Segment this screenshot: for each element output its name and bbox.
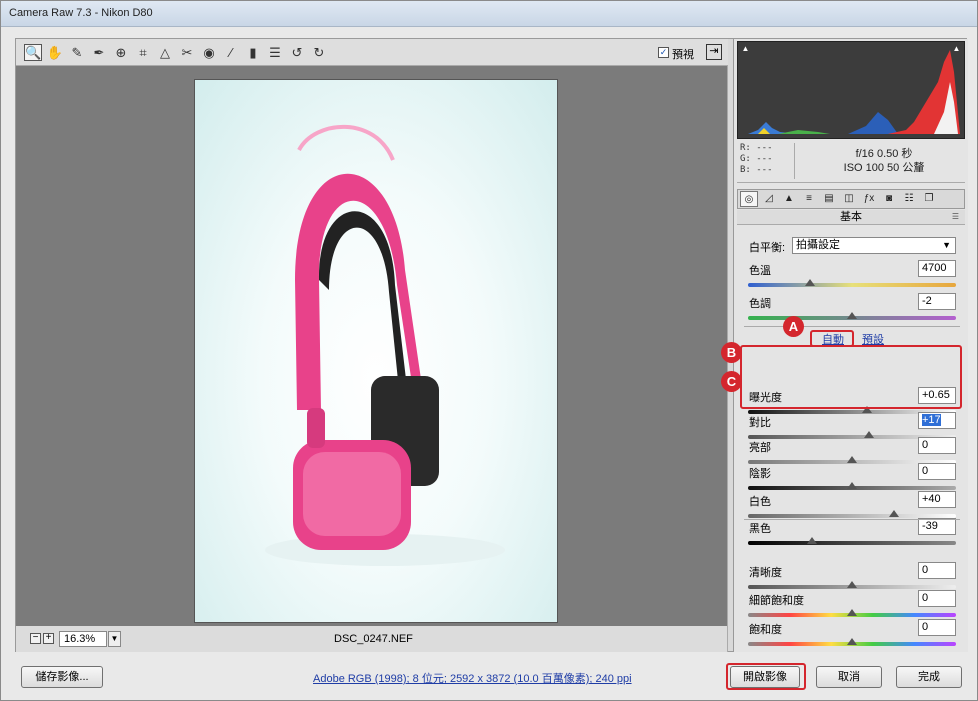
- clarity-slider-thumb[interactable]: [847, 581, 857, 588]
- divider: [744, 519, 960, 520]
- panel-menu-icon[interactable]: ☰: [952, 210, 959, 224]
- marker-a: A: [783, 316, 804, 337]
- histogram-graph: [748, 50, 960, 134]
- highlight-clipping-icon[interactable]: ▲: [951, 44, 962, 53]
- camera-settings: f/16 0.50 秒 ISO 100 50 公釐: [843, 148, 925, 174]
- whites-slider-thumb[interactable]: [888, 510, 899, 517]
- done-button[interactable]: 完成: [896, 666, 962, 688]
- targeted-adjustment-tool-icon[interactable]: ⊕: [112, 44, 130, 61]
- adjustment-brush-icon[interactable]: ∕: [222, 44, 240, 61]
- vibrance-slider-thumb[interactable]: [847, 609, 857, 616]
- saturation-label: 飽和度: [749, 624, 782, 636]
- highlights-label: 亮部: [749, 442, 771, 454]
- rotate-right-icon[interactable]: ↻: [310, 44, 328, 61]
- rgb-readout: R: --- G: --- B: ---: [740, 143, 773, 175]
- divider: [744, 326, 960, 327]
- spot-removal-tool-icon[interactable]: ✂: [178, 44, 196, 61]
- temperature-slider-thumb[interactable]: [805, 279, 816, 286]
- color-sampler-tool-icon[interactable]: ✒: [90, 44, 108, 61]
- preview-label: 預視: [672, 49, 694, 61]
- vibrance-label: 細節飽和度: [749, 595, 804, 607]
- presets-tab-icon[interactable]: ☷: [900, 191, 918, 207]
- temperature-value-field[interactable]: 4700: [918, 260, 956, 277]
- preferences-icon[interactable]: ☰: [266, 44, 284, 61]
- tone-curve-tab-icon[interactable]: ◿: [760, 191, 778, 207]
- white-balance-label: 白平衡:: [749, 242, 786, 254]
- zoom-tool-icon[interactable]: 🔍: [24, 44, 42, 61]
- bottom-bar: 儲存影像... Adobe RGB (1998); 8 位元; 2592 x 3…: [1, 652, 977, 700]
- contrast-value-field[interactable]: +17: [918, 412, 956, 429]
- histogram: ▲ ▲: [737, 41, 965, 139]
- red-eye-tool-icon[interactable]: ◉: [200, 44, 218, 61]
- whites-value-field[interactable]: +40: [918, 491, 956, 508]
- camera-calibration-tab-icon[interactable]: ◙: [880, 191, 898, 207]
- highlights-slider-thumb[interactable]: [847, 456, 857, 463]
- rotate-left-icon[interactable]: ↺: [288, 44, 306, 61]
- preview-checkbox[interactable]: ✓: [658, 47, 669, 58]
- graduated-filter-icon[interactable]: ▮: [244, 44, 262, 61]
- lens-tab-icon[interactable]: ◫: [840, 191, 858, 207]
- tint-slider-thumb[interactable]: [847, 312, 857, 319]
- workflow-options-link[interactable]: Adobe RGB (1998); 8 位元; 2592 x 3872 (10.…: [313, 670, 632, 686]
- fullscreen-toggle-icon[interactable]: ⇥: [706, 44, 722, 60]
- info-divider: [794, 143, 795, 179]
- clarity-label: 清晰度: [749, 567, 782, 579]
- blacks-slider-thumb[interactable]: [807, 537, 818, 544]
- tool-bar: 🔍 ✋ ✎ ✒ ⊕ ⌗ △ ✂ ◉ ∕ ▮ ☰ ↺ ↻ ✓ 預視 ⇥: [16, 39, 728, 66]
- straighten-tool-icon[interactable]: △: [156, 44, 174, 61]
- marker-c: C: [721, 371, 742, 392]
- tint-label: 色調: [749, 298, 771, 310]
- image-preview-area: [16, 66, 728, 626]
- hand-tool-icon[interactable]: ✋: [46, 44, 64, 61]
- blacks-label: 黑色: [749, 523, 771, 535]
- hsl-tab-icon[interactable]: ≡: [800, 191, 818, 207]
- basic-tab-icon[interactable]: ◎: [740, 191, 758, 207]
- save-image-button[interactable]: 儲存影像...: [21, 666, 103, 688]
- highlights-value-field[interactable]: 0: [918, 437, 956, 454]
- blacks-value-field[interactable]: -39: [918, 518, 956, 535]
- white-balance-select[interactable]: 拍攝設定 ▼: [792, 237, 956, 254]
- title-bar: Camera Raw 7.3 - Nikon D80: [1, 1, 977, 27]
- file-name: DSC_0247.NEF: [334, 633, 413, 645]
- status-bar: − + 16.3% ▼ DSC_0247.NEF: [16, 626, 728, 653]
- marker-b: B: [721, 342, 742, 363]
- shadows-label: 陰影: [749, 468, 771, 480]
- vibrance-value-field[interactable]: 0: [918, 590, 956, 607]
- effects-tab-icon[interactable]: ƒx: [860, 191, 878, 207]
- shadows-value-field[interactable]: 0: [918, 463, 956, 480]
- photo-preview[interactable]: [194, 79, 558, 623]
- cancel-button[interactable]: 取消: [816, 666, 882, 688]
- camera-raw-window: Camera Raw 7.3 - Nikon D80 🔍 ✋ ✎ ✒ ⊕ ⌗ △ ✂ ◉ ∕ ▮ ☰ ↺…: [0, 0, 978, 701]
- zoom-level-field[interactable]: 16.3%: [59, 631, 107, 647]
- shadow-clipping-icon[interactable]: ▲: [740, 44, 751, 53]
- snapshots-tab-icon[interactable]: ❐: [920, 191, 938, 207]
- temperature-slider[interactable]: [748, 283, 956, 287]
- shadows-slider-thumb[interactable]: [847, 482, 857, 489]
- white-balance-tool-icon[interactable]: ✎: [68, 44, 86, 61]
- exposure-contrast-highlight-box: [740, 345, 962, 409]
- contrast-slider-thumb[interactable]: [863, 431, 874, 438]
- zoom-out-button[interactable]: −: [30, 633, 41, 644]
- contrast-label: 對比: [749, 417, 771, 429]
- crop-tool-icon[interactable]: ⌗: [134, 44, 152, 61]
- temperature-label: 色溫: [749, 265, 771, 277]
- split-toning-tab-icon[interactable]: ▤: [820, 191, 838, 207]
- headphone-image: [265, 124, 505, 566]
- panel-tabs: ◎ ◿ ▲ ≡ ▤ ◫ ƒx ◙ ☷ ❐: [737, 189, 965, 209]
- chevron-down-icon: ▼: [942, 240, 951, 250]
- saturation-slider-thumb[interactable]: [847, 638, 857, 645]
- open-image-highlight-box: [726, 663, 806, 690]
- saturation-value-field[interactable]: 0: [918, 619, 956, 636]
- detail-tab-icon[interactable]: ▲: [780, 191, 798, 207]
- zoom-in-button[interactable]: +: [43, 633, 54, 644]
- pixel-and-camera-info: R: --- G: --- B: --- f/16 0.50 秒 ISO 100…: [737, 139, 965, 183]
- zoom-dropdown-icon[interactable]: ▼: [108, 631, 121, 647]
- tint-value-field[interactable]: -2: [918, 293, 956, 310]
- panel-title: 基本 ☰: [737, 210, 965, 225]
- window-title: Camera Raw 7.3 - Nikon D80: [9, 7, 153, 19]
- clarity-value-field[interactable]: 0: [918, 562, 956, 579]
- whites-label: 白色: [749, 496, 771, 508]
- blacks-slider[interactable]: [748, 541, 956, 545]
